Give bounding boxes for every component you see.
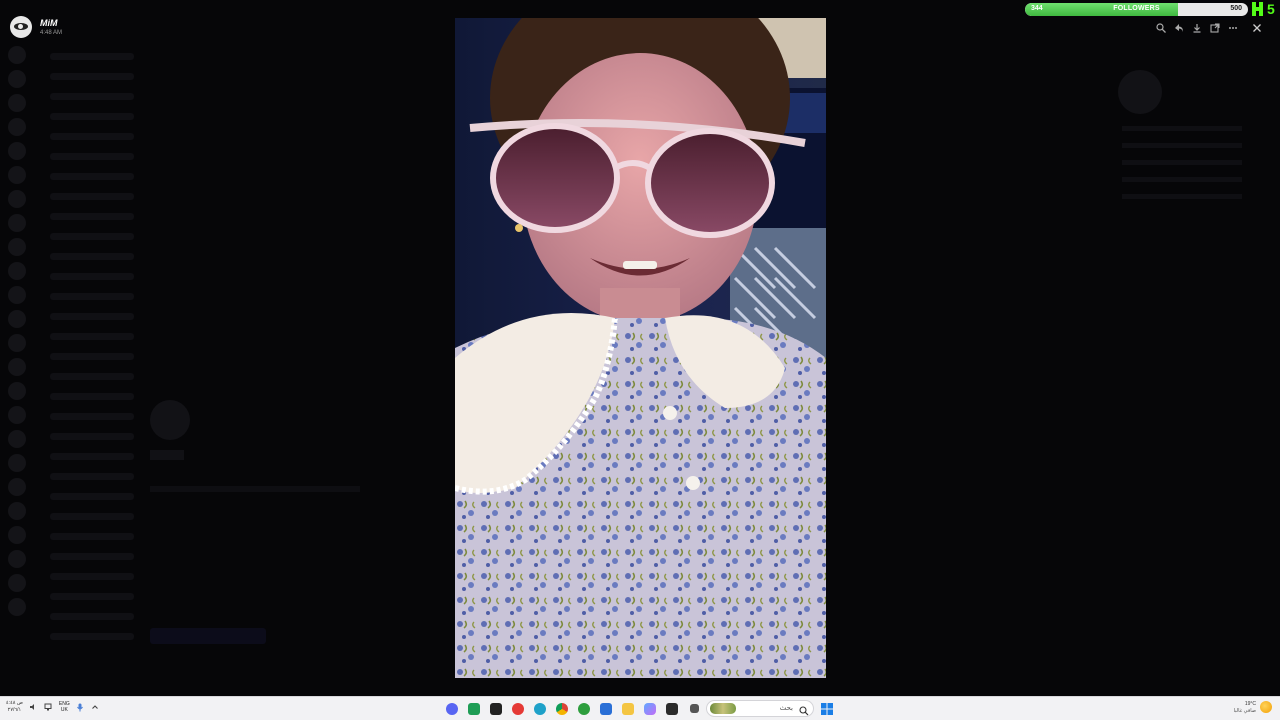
user-profile-panel [1112, 70, 1272, 300]
xbox-app-icon[interactable] [575, 699, 593, 718]
search-icon [799, 703, 809, 720]
chevron-up-icon[interactable] [91, 703, 100, 712]
more-icon[interactable] [1224, 20, 1242, 36]
kick-count: 5 [1267, 1, 1275, 17]
copilot-app-icon[interactable] [641, 699, 659, 718]
viewed-image[interactable] [455, 18, 826, 678]
sent-time: 4:48 AM [40, 29, 63, 36]
volume-icon[interactable] [29, 703, 38, 712]
open-external-icon[interactable] [1206, 20, 1224, 36]
network-icon[interactable] [44, 703, 53, 712]
search-highlight-image [710, 703, 736, 714]
dm-profile-intro [150, 400, 370, 644]
download-icon[interactable] [1188, 20, 1206, 36]
windows-start-icon[interactable] [820, 700, 834, 717]
taskbar: ص ٤:٤٨ ٢٧/٦/١ ENG UK بحث 19°C صافي غالبا [0, 696, 1280, 720]
terminal-app-icon[interactable] [663, 699, 681, 718]
capcut-app-icon[interactable] [487, 699, 505, 718]
kick-logo-icon [1252, 2, 1263, 16]
girl-in-sunglasses-photo [455, 18, 826, 678]
avatar[interactable] [10, 16, 32, 38]
edge-browser-icon[interactable] [531, 699, 549, 718]
store-app-icon[interactable] [597, 699, 615, 718]
taskbar-search-input[interactable]: بحث [706, 700, 814, 717]
recorder-app-icon[interactable] [509, 699, 527, 718]
close-icon[interactable] [1249, 20, 1265, 36]
image-sender-header: MiM 4:48 AM [10, 16, 62, 38]
weather-condition: صافي غالبا [1233, 708, 1256, 714]
file-explorer-icon[interactable] [619, 699, 637, 718]
clock-date[interactable]: ص ٤:٤٨ ٢٧/٦/١ [6, 700, 23, 714]
sender-name: MiM [40, 17, 58, 28]
image-viewer-toolbar [1152, 20, 1242, 36]
discord-app-icon[interactable] [443, 699, 461, 718]
language-indicator[interactable]: ENG UK [59, 701, 70, 713]
sun-icon [1260, 701, 1272, 713]
zoom-icon[interactable] [1152, 20, 1170, 36]
search-placeholder: بحث [779, 705, 793, 712]
followers-goal-bar: 344 FOLLOWERS 500 [1025, 3, 1248, 16]
microphone-icon[interactable] [76, 703, 85, 712]
followers-label: FOLLOWERS [1113, 5, 1160, 12]
weather-temperature: 19°C [1244, 701, 1256, 707]
reply-icon[interactable] [1170, 20, 1188, 36]
pinned-apps [443, 699, 703, 718]
chrome-browser-icon[interactable] [553, 699, 571, 718]
channel-list [34, 40, 144, 690]
system-tray: ص ٤:٤٨ ٢٧/٦/١ ENG UK [6, 700, 100, 714]
task-view-icon[interactable] [685, 699, 703, 718]
followers-goal: 500 [1230, 5, 1242, 12]
weather-widget[interactable]: 19°C صافي غالبا [1224, 701, 1256, 715]
server-rail [0, 40, 34, 690]
excel-app-icon[interactable] [465, 699, 483, 718]
